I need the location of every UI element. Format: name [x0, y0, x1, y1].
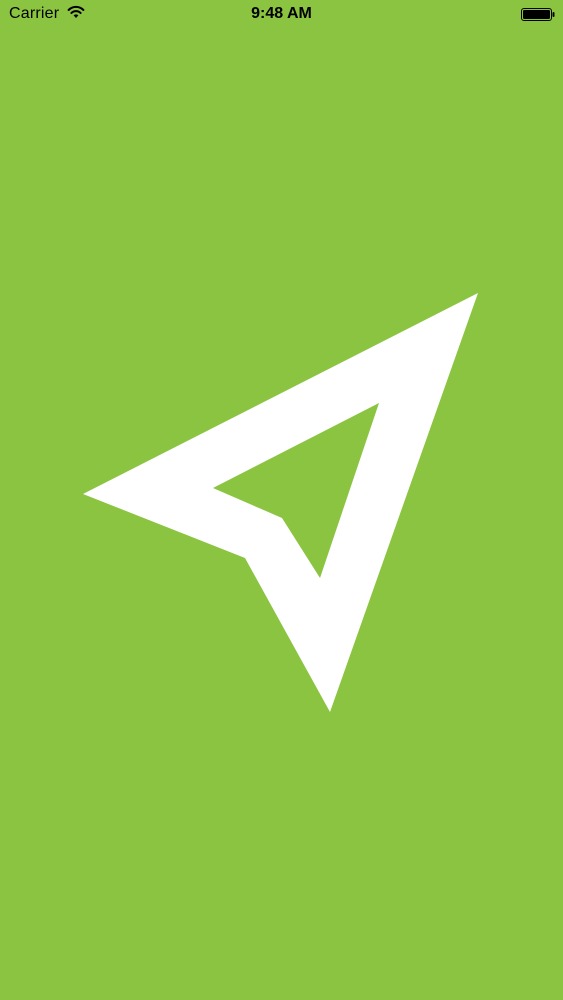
navigation-arrow-icon — [83, 293, 478, 712]
splash-screen: Carrier 9:48 AM — [0, 0, 563, 1000]
